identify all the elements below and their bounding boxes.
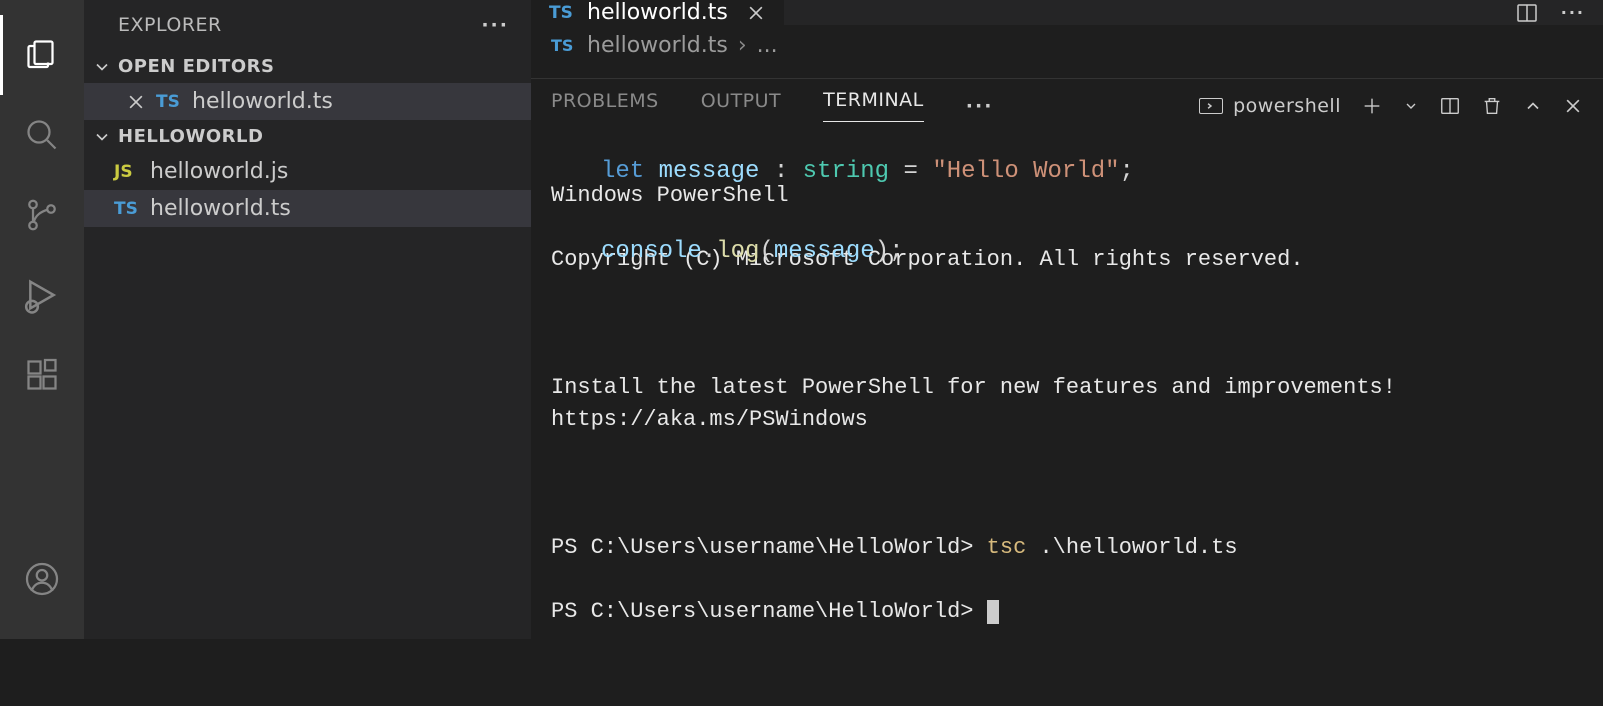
- breadcrumb-rest: ...: [757, 33, 778, 58]
- code-editor[interactable]: 1 2 let message : string = "Hello World"…: [531, 66, 1603, 78]
- open-editor-item[interactable]: TS helloworld.ts: [84, 83, 531, 120]
- breadcrumb-separator: ›: [738, 33, 747, 58]
- open-editors-label: OPEN EDITORS: [118, 56, 274, 77]
- activity-explorer-icon[interactable]: [0, 15, 84, 95]
- token-object: console: [601, 238, 702, 265]
- file-item-js[interactable]: JS helloworld.js: [84, 153, 531, 190]
- terminal-line: PS C:\Users\username\HelloWorld> tsc .\h…: [551, 532, 1583, 564]
- ts-file-icon: TS: [156, 92, 182, 112]
- token-string: "Hello World": [932, 158, 1119, 185]
- file-item-ts[interactable]: TS helloworld.ts: [84, 190, 531, 227]
- token-variable: message: [774, 238, 875, 265]
- activity-search-icon[interactable]: [0, 95, 84, 175]
- activity-run-debug-icon[interactable]: [0, 255, 84, 335]
- file-name: helloworld.js: [150, 159, 288, 184]
- chevron-down-icon: [92, 57, 112, 77]
- token-type: string: [803, 158, 889, 185]
- ts-file-icon: TS: [551, 36, 577, 55]
- folder-section[interactable]: HELLOWORLD: [84, 120, 531, 153]
- open-editor-name: helloworld.ts: [192, 89, 333, 114]
- folder-label: HELLOWORLD: [118, 126, 263, 147]
- token-variable: message: [659, 158, 760, 185]
- terminal-line: Install the latest PowerShell for new fe…: [551, 372, 1583, 436]
- ts-file-icon: TS: [549, 3, 575, 23]
- terminal-cursor: [987, 600, 999, 624]
- editor-tab-row: TS helloworld.ts ···: [531, 0, 1603, 25]
- open-editors-section[interactable]: OPEN EDITORS: [84, 50, 531, 83]
- explorer-more-icon[interactable]: ···: [481, 14, 509, 36]
- activity-account-icon[interactable]: [0, 539, 84, 619]
- explorer-sidebar: EXPLORER ··· OPEN EDITORS TS helloworld.…: [84, 0, 531, 639]
- file-name: helloworld.ts: [150, 196, 291, 221]
- token-function: log: [716, 238, 759, 265]
- tab-filename: helloworld.ts: [587, 0, 728, 25]
- chevron-down-icon: [92, 127, 112, 147]
- breadcrumb-file: helloworld.ts: [587, 33, 728, 58]
- activity-source-control-icon[interactable]: [0, 175, 84, 255]
- ts-file-icon: TS: [114, 199, 140, 219]
- split-editor-icon[interactable]: [1515, 1, 1539, 25]
- explorer-title: EXPLORER: [118, 14, 222, 36]
- activity-extensions-icon[interactable]: [0, 335, 84, 415]
- terminal-line: PS C:\Users\username\HelloWorld>: [551, 596, 1583, 628]
- editor-area: TS helloworld.ts ··· TS helloworld.ts › …: [531, 0, 1603, 639]
- current-line-highlight: [601, 112, 1603, 152]
- editor-tab[interactable]: TS helloworld.ts: [531, 0, 785, 25]
- token-keyword: let: [601, 158, 644, 185]
- breadcrumb[interactable]: TS helloworld.ts › ...: [531, 25, 1603, 66]
- activity-bar: [0, 0, 84, 639]
- close-icon[interactable]: [746, 3, 766, 23]
- close-icon[interactable]: [126, 92, 146, 112]
- js-file-icon: JS: [114, 162, 140, 182]
- editor-more-icon[interactable]: ···: [1561, 3, 1585, 22]
